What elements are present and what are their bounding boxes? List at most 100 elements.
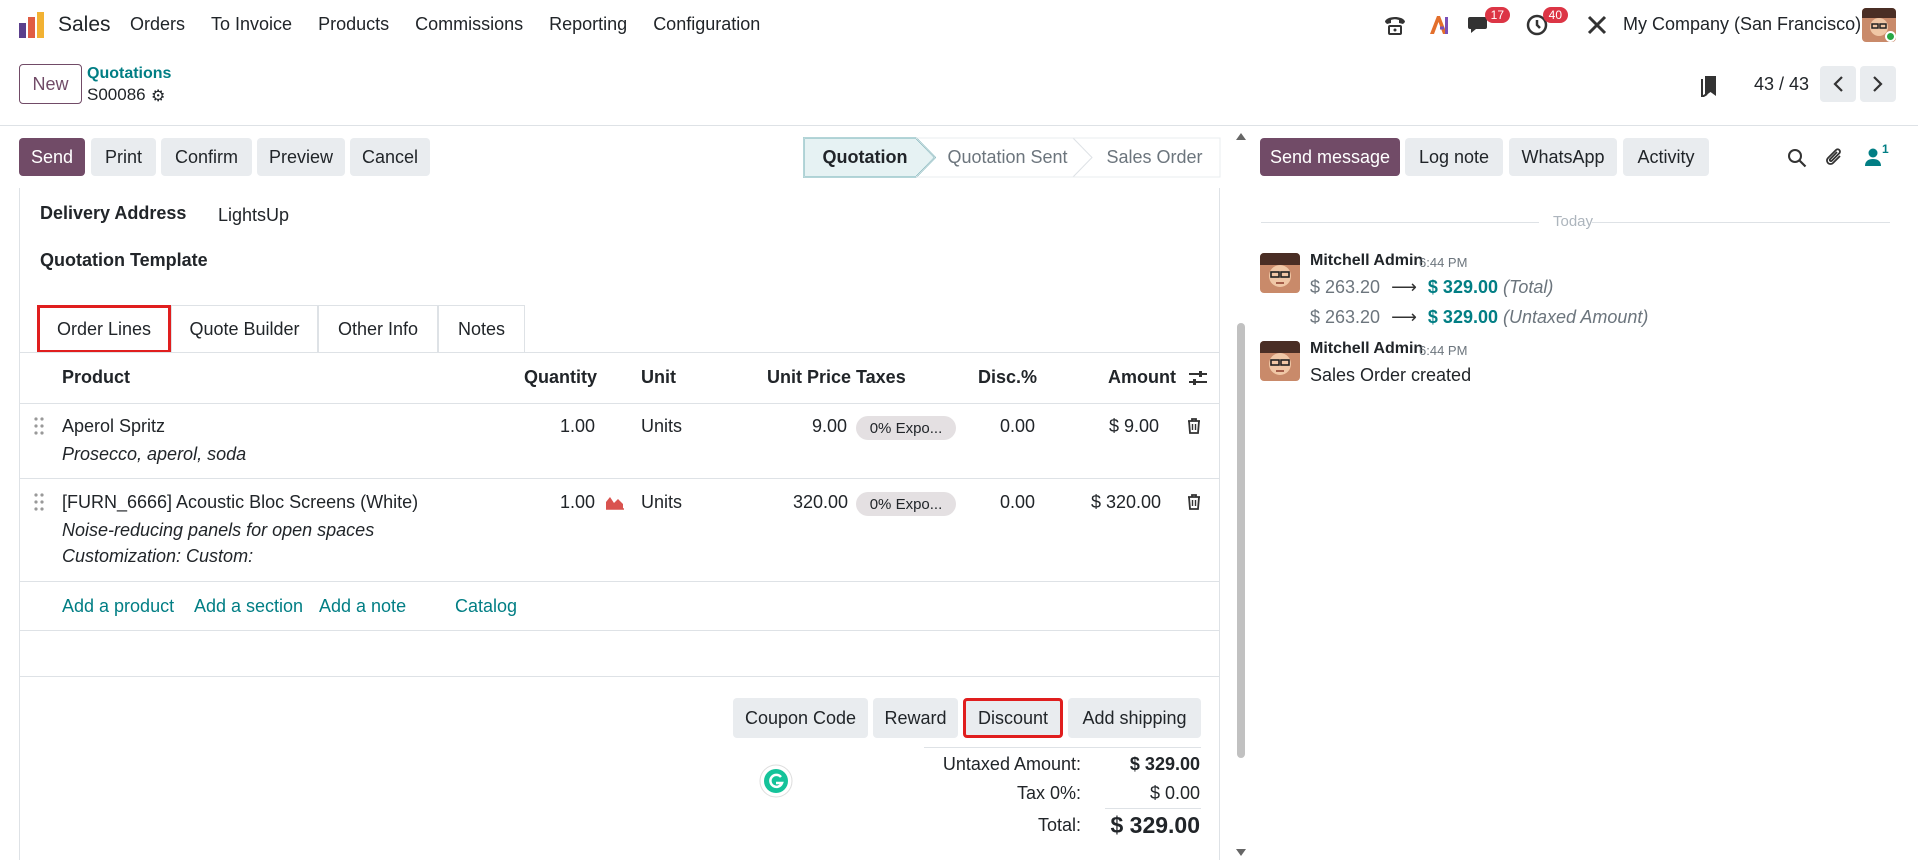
menu-to-invoice[interactable]: To Invoice: [211, 14, 292, 35]
scroll-up-arrow-icon[interactable]: [1235, 131, 1247, 141]
preview-button[interactable]: Preview: [257, 138, 345, 176]
column-taxes[interactable]: Taxes: [856, 367, 906, 388]
send-message-button[interactable]: Send message: [1260, 138, 1400, 176]
messages-icon[interactable]: 17: [1466, 7, 1510, 38]
scrollbar-thumb[interactable]: [1237, 323, 1245, 758]
tracking-field: (Untaxed Amount): [1503, 307, 1649, 327]
optional-columns-icon[interactable]: [1188, 368, 1208, 388]
date-separator: Today: [1553, 213, 1594, 230]
whatsapp-button[interactable]: WhatsApp: [1509, 138, 1617, 176]
status-quotation[interactable]: Quotation: [805, 137, 925, 177]
sales-app-icon[interactable]: [18, 11, 46, 39]
line-tax-badge[interactable]: 0% Expo...: [856, 416, 956, 440]
attachment-icon[interactable]: [1825, 147, 1845, 169]
print-button[interactable]: Print: [91, 138, 156, 176]
menu-products[interactable]: Products: [318, 14, 389, 35]
cancel-button[interactable]: Cancel: [350, 138, 430, 176]
forecast-chart-icon[interactable]: [605, 494, 625, 510]
debug-tools-icon[interactable]: [1584, 12, 1610, 38]
line-unit[interactable]: Units: [641, 416, 682, 437]
confirm-button[interactable]: Confirm: [161, 138, 252, 176]
menu-commissions[interactable]: Commissions: [415, 14, 523, 35]
line-unit-price[interactable]: 320.00: [793, 492, 848, 513]
phone-icon[interactable]: [1382, 12, 1408, 38]
discount-button[interactable]: Discount: [963, 698, 1063, 738]
gear-icon[interactable]: ⚙: [151, 86, 165, 106]
online-status-dot: [1885, 31, 1896, 42]
followers-count: 1: [1882, 142, 1889, 156]
trash-icon[interactable]: [1187, 494, 1201, 510]
pager-next-button[interactable]: [1860, 66, 1896, 102]
search-icon[interactable]: [1787, 148, 1807, 168]
add-section-link[interactable]: Add a section: [194, 596, 303, 617]
add-product-link[interactable]: Add a product: [62, 596, 174, 617]
line-discount[interactable]: 0.00: [1000, 416, 1035, 437]
scroll-down-arrow-icon[interactable]: [1235, 848, 1247, 858]
line-product[interactable]: Aperol Spritz: [62, 416, 165, 437]
ai-icon[interactable]: [1426, 12, 1452, 38]
date-separator-line: [1592, 222, 1890, 223]
line-description-2[interactable]: Customization: Custom:: [62, 546, 253, 567]
pager-previous-button[interactable]: [1820, 66, 1856, 102]
bookmark-icon[interactable]: [1700, 75, 1720, 102]
column-quantity[interactable]: Quantity: [524, 367, 597, 388]
send-button[interactable]: Send: [19, 138, 85, 176]
line-amount: $ 320.00: [1091, 492, 1162, 512]
line-product[interactable]: [FURN_6666] Acoustic Bloc Screens (White…: [62, 492, 418, 513]
pager-value[interactable]: 43 / 43: [1754, 74, 1809, 95]
author-avatar[interactable]: [1260, 253, 1300, 293]
user-avatar[interactable]: [1862, 8, 1896, 42]
column-discount[interactable]: Disc.%: [978, 367, 1037, 388]
grammarly-icon[interactable]: [759, 764, 793, 798]
total-divider: [1105, 808, 1201, 809]
followers-icon[interactable]: [1864, 147, 1882, 167]
line-tax-badge[interactable]: 0% Expo...: [856, 492, 956, 516]
row-divider: [19, 478, 1220, 479]
delivery-address-field[interactable]: LightsUp: [218, 205, 289, 226]
activities-icon[interactable]: 40: [1524, 7, 1568, 38]
reward-button[interactable]: Reward: [873, 698, 958, 738]
tab-quote-builder[interactable]: Quote Builder: [171, 305, 318, 353]
top-navbar: Sales Orders To Invoice Products Commiss…: [0, 0, 1918, 50]
activity-button[interactable]: Activity: [1623, 138, 1709, 176]
menu-orders[interactable]: Orders: [130, 14, 185, 35]
add-note-link[interactable]: Add a note: [319, 596, 406, 617]
message-body: Sales Order created: [1310, 365, 1472, 385]
line-unit[interactable]: Units: [641, 492, 682, 513]
line-quantity[interactable]: 1.00: [560, 492, 595, 513]
menu-configuration[interactable]: Configuration: [653, 14, 760, 35]
column-unit[interactable]: Unit: [641, 367, 676, 388]
add-shipping-button[interactable]: Add shipping: [1068, 698, 1201, 738]
drag-handle-icon[interactable]: [34, 417, 44, 435]
new-button[interactable]: New: [19, 64, 82, 104]
message-author[interactable]: Mitchell Admin: [1310, 340, 1423, 358]
company-switcher[interactable]: My Company (San Francisco): [1623, 14, 1861, 35]
quotation-template-label: Quotation Template: [40, 250, 208, 270]
column-amount[interactable]: Amount: [1108, 367, 1176, 388]
coupon-code-button[interactable]: Coupon Code: [733, 698, 868, 738]
menu-reporting[interactable]: Reporting: [549, 14, 627, 35]
message-time: 6:44 PM: [1419, 343, 1468, 358]
status-quotation-sent[interactable]: Quotation Sent: [935, 137, 1080, 177]
column-unit-price[interactable]: Unit Price: [767, 367, 851, 388]
tab-notes[interactable]: Notes: [438, 305, 525, 353]
author-avatar[interactable]: [1260, 341, 1300, 381]
line-description[interactable]: Prosecco, aperol, soda: [62, 444, 246, 465]
log-note-button[interactable]: Log note: [1405, 138, 1503, 176]
catalog-link[interactable]: Catalog: [455, 596, 517, 617]
drag-handle-icon[interactable]: [34, 493, 44, 511]
tab-other-info[interactable]: Other Info: [318, 305, 438, 353]
column-product[interactable]: Product: [62, 367, 130, 388]
tab-order-lines[interactable]: Order Lines: [37, 305, 171, 353]
status-sales-order[interactable]: Sales Order: [1092, 137, 1217, 177]
app-name[interactable]: Sales: [58, 13, 111, 37]
line-unit-price[interactable]: 9.00: [812, 416, 847, 437]
message-author[interactable]: Mitchell Admin: [1310, 252, 1423, 270]
arrow-right-icon: ⟶: [1391, 307, 1417, 327]
breadcrumb-quotations[interactable]: Quotations: [87, 65, 171, 83]
row-divider: [19, 581, 1220, 582]
line-quantity[interactable]: 1.00: [560, 416, 595, 437]
trash-icon[interactable]: [1187, 418, 1201, 434]
line-discount[interactable]: 0.00: [1000, 492, 1035, 513]
line-description[interactable]: Noise-reducing panels for open spaces: [62, 520, 374, 541]
